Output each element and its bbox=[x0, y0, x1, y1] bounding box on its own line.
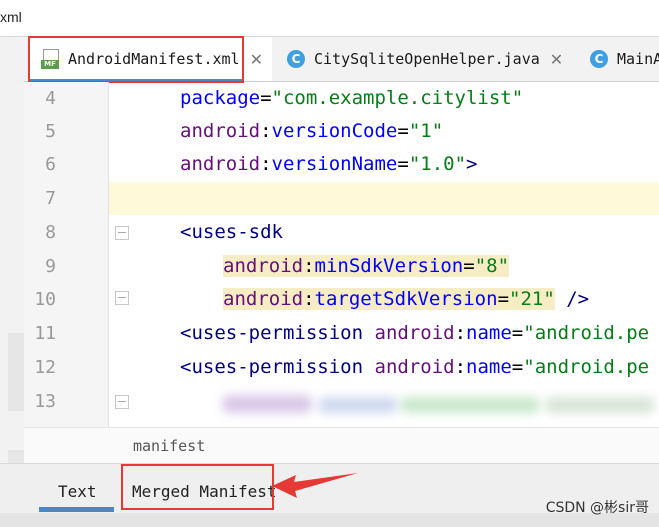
annotation-box-merged-manifest bbox=[121, 464, 274, 510]
fold-toggle-icon[interactable] bbox=[115, 395, 129, 409]
code-line-12: <uses-permission android:name="android.p… bbox=[180, 356, 650, 378]
window-title: xml bbox=[0, 9, 22, 25]
close-icon[interactable]: ✕ bbox=[550, 50, 563, 69]
line-number: 10 bbox=[34, 289, 56, 310]
current-line-highlight bbox=[109, 182, 659, 215]
tab-label: MainA bbox=[617, 50, 659, 68]
breadcrumb-item-manifest[interactable]: manifest bbox=[133, 437, 205, 455]
breadcrumb: manifest bbox=[24, 427, 659, 464]
code-line-6: android:versionName="1.0"> bbox=[180, 153, 478, 175]
annotation-box-manifest-tab bbox=[28, 36, 244, 83]
close-icon[interactable]: ✕ bbox=[250, 50, 263, 69]
line-number: 12 bbox=[34, 357, 56, 378]
tab-citysqliteopenhelper[interactable]: C CitySqliteOpenHelper.java ✕ bbox=[286, 37, 606, 81]
code-line-11: <uses-permission android:name="android.p… bbox=[180, 322, 650, 344]
tab-maina[interactable]: C MainA bbox=[589, 37, 659, 81]
line-number: 7 bbox=[45, 188, 56, 209]
line-number: 5 bbox=[45, 121, 56, 142]
tab-text[interactable]: Text bbox=[58, 482, 97, 501]
code-line-5: android:versionCode="1" bbox=[180, 120, 444, 142]
line-number: 8 bbox=[45, 222, 56, 243]
code-line-8: <uses-sdk bbox=[180, 221, 283, 243]
java-class-icon: C bbox=[589, 49, 609, 69]
line-number: 13 bbox=[34, 391, 56, 412]
line-number: 11 bbox=[34, 323, 56, 344]
code-line-9: android:minSdkVersion="8" bbox=[223, 255, 510, 277]
title-bar: xml bbox=[0, 0, 659, 37]
line-number: 9 bbox=[45, 256, 56, 277]
fold-toggle-icon[interactable] bbox=[115, 291, 129, 305]
annotation-arrow-icon bbox=[272, 473, 358, 498]
code-line-4: package="com.example.citylist" bbox=[180, 87, 524, 109]
tab-label: CitySqliteOpenHelper.java bbox=[314, 50, 540, 68]
code-line-10: android:targetSdkVersion="21" /> bbox=[223, 288, 590, 310]
java-class-icon: C bbox=[286, 49, 306, 69]
line-number: 6 bbox=[45, 154, 56, 175]
line-number: 4 bbox=[45, 88, 56, 109]
watermark: CSDN @彬sir哥 bbox=[545, 500, 649, 516]
fold-toggle-icon[interactable] bbox=[115, 226, 129, 240]
active-mode-tab-indicator bbox=[39, 507, 114, 512]
